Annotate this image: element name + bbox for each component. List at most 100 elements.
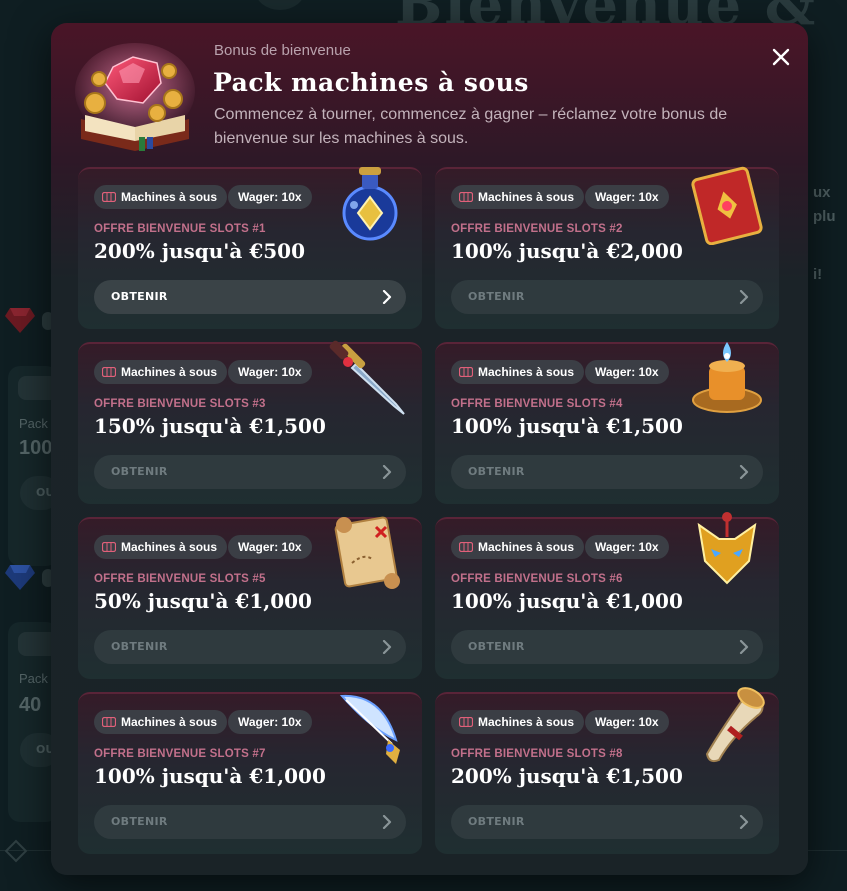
offer-card: Machines à sous Wager: 10x OFFRE BIENVENUE… [435,166,779,329]
claim-button[interactable]: OBTENIR [94,455,406,489]
category-chip: Machines à sous [94,710,228,734]
claim-button[interactable]: OBTENIR [94,280,406,314]
close-icon[interactable] [772,48,790,66]
offer-label: OFFRE BIENVENUE SLOTS #4 [451,398,623,410]
chevron-right-icon [739,640,749,654]
claim-button-label: OBTENIR [468,465,525,478]
offer-value: 200% jusqu'à €1,500 [451,764,683,788]
chevron-right-icon [382,640,392,654]
fox-mask-icon [697,512,757,585]
slot-machine-icon [102,717,116,727]
claim-button-label: OBTENIR [111,290,168,303]
claim-button[interactable]: OBTENIR [451,630,763,664]
welcome-bonus-modal: Bonus de bienvenue Pack machines à sous … [51,23,808,875]
category-label: Machines à sous [121,715,218,729]
claim-button-label: OBTENIR [111,465,168,478]
category-chip: Machines à sous [94,360,228,384]
wager-chip: Wager: 10x [228,535,312,559]
slot-machine-icon [459,367,473,377]
horn-icon [705,687,765,763]
category-chip: Machines à sous [451,360,585,384]
wager-chip: Wager: 10x [228,360,312,384]
chevron-right-icon [739,465,749,479]
slot-machine-icon [459,192,473,202]
slot-machine-icon [459,717,473,727]
chevron-right-icon [382,290,392,304]
claim-button-label: OBTENIR [111,815,168,828]
offer-label: OFFRE BIENVENUE SLOTS #5 [94,573,266,585]
sapphire-gem-icon [5,565,35,590]
offer-card: Machines à sous Wager: 10x OFFRE BIENVENUE… [78,340,422,504]
claim-button-label: OBTENIR [468,815,525,828]
category-label: Machines à sous [121,365,218,379]
background-text-2: plu [813,208,836,225]
ruby-gem-icon [5,308,35,333]
category-label: Machines à sous [478,540,575,554]
quill-icon [339,694,400,764]
claim-button[interactable]: OBTENIR [451,805,763,839]
category-label: Machines à sous [478,365,575,379]
category-label: Machines à sous [121,190,218,204]
offer-card: Machines à sous Wager: 10x OFFRE BIENVENUE… [78,692,422,854]
offer-label: OFFRE BIENVENUE SLOTS #8 [451,748,623,760]
background-card-amount: 40 [19,694,42,716]
modal-eyebrow: Bonus de bienvenue [214,42,351,59]
background-card-label: Pack [19,671,48,686]
background-emblem [255,0,305,10]
background-text-1: ux [813,184,831,201]
background-card-amount: 100 [19,437,53,459]
offer-value: 200% jusqu'à €500 [94,239,305,263]
spellbook-icon [691,166,763,245]
wager-chip: Wager: 10x [585,360,669,384]
background-card-label: Pack [19,416,48,431]
close-button[interactable] [767,43,795,71]
category-chip: Machines à sous [451,535,585,559]
wager-chip: Wager: 10x [228,185,312,209]
modal-header: Bonus de bienvenue Pack machines à sous … [51,23,808,163]
claim-button[interactable]: OBTENIR [94,630,406,664]
slot-machine-icon [102,367,116,377]
category-label: Machines à sous [121,540,218,554]
chevron-right-icon [739,290,749,304]
claim-button[interactable]: OBTENIR [94,805,406,839]
offer-value: 50% jusqu'à €1,000 [94,589,312,613]
candle-icon [692,342,762,413]
offer-value: 100% jusqu'à €2,000 [451,239,683,263]
offer-card: Machines à sous Wager: 10x OFFRE BIENVENUE… [78,167,422,329]
offer-label: OFFRE BIENVENUE SLOTS #2 [451,223,623,235]
background-nav-icon [4,839,28,863]
offer-value: 150% jusqu'à €1,500 [94,414,326,438]
offer-value: 100% jusqu'à €1,000 [94,764,326,788]
modal-title: Pack machines à sous [213,68,529,97]
claim-button-label: OBTENIR [468,640,525,653]
wager-chip: Wager: 10x [585,185,669,209]
chevron-right-icon [739,815,749,829]
treasure-map-icon [334,516,400,589]
wager-chip: Wager: 10x [228,710,312,734]
background-text-3: i! [813,266,823,283]
category-chip: Machines à sous [451,710,585,734]
claim-button-label: OBTENIR [468,290,525,303]
category-chip: Machines à sous [94,535,228,559]
claim-button-label: OBTENIR [111,640,168,653]
offer-label: OFFRE BIENVENUE SLOTS #1 [94,223,266,235]
slot-machine-icon [102,192,116,202]
dagger-icon [329,340,405,415]
offer-label: OFFRE BIENVENUE SLOTS #6 [451,573,623,585]
category-chip: Machines à sous [94,185,228,209]
category-label: Machines à sous [478,715,575,729]
offer-label: OFFRE BIENVENUE SLOTS #7 [94,748,266,760]
offer-value: 100% jusqu'à €1,500 [451,414,683,438]
chevron-right-icon [382,465,392,479]
wager-chip: Wager: 10x [585,710,669,734]
offer-card: Machines à sous Wager: 10x OFFRE BIENVENUE… [435,687,779,854]
potion-icon [342,167,398,241]
offer-value: 100% jusqu'à €1,000 [451,589,683,613]
slot-machine-icon [459,542,473,552]
slot-machine-icon [102,542,116,552]
claim-button[interactable]: OBTENIR [451,280,763,314]
offer-card: Machines à sous Wager: 10x OFFRE BIENVENUE… [435,342,779,504]
offer-label: OFFRE BIENVENUE SLOTS #3 [94,398,266,410]
category-label: Machines à sous [478,190,575,204]
claim-button[interactable]: OBTENIR [451,455,763,489]
